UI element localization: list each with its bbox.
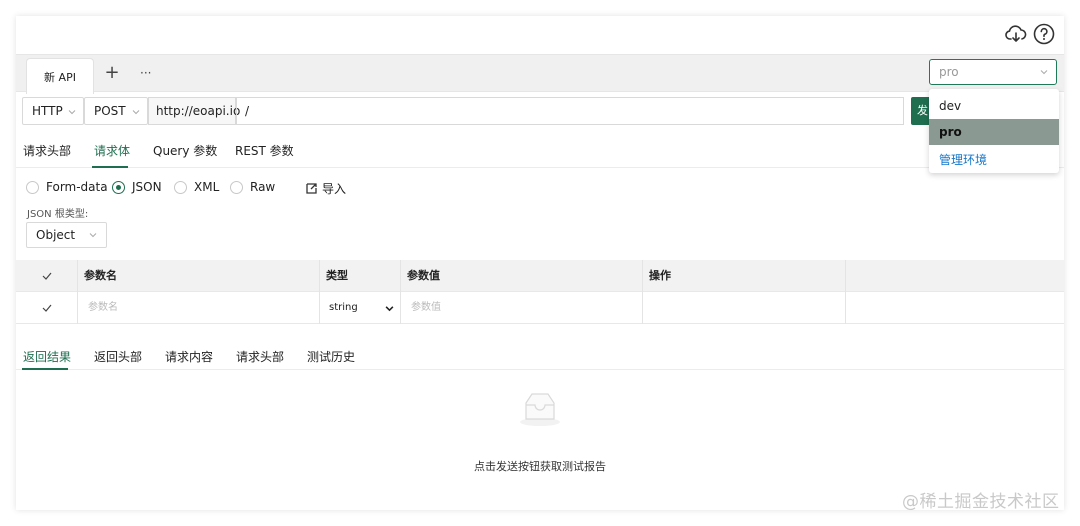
env-option-pro[interactable]: pro xyxy=(929,119,1059,145)
chevron-down-icon xyxy=(68,110,76,115)
check-icon xyxy=(42,272,52,280)
param-name-input[interactable]: 参数名 xyxy=(78,292,320,324)
watermark: @稀土掘金技术社区 xyxy=(902,492,1060,512)
active-tab-indicator xyxy=(92,166,128,168)
cloud-download-icon[interactable] xyxy=(1004,22,1028,46)
chevron-down-icon xyxy=(1040,70,1048,75)
radio-raw[interactable]: Raw xyxy=(230,180,275,194)
params-table: 参数名 类型 参数值 操作 参数名 string 参数值 xyxy=(16,260,1064,324)
help-icon[interactable] xyxy=(1032,22,1056,46)
send-button[interactable]: 发 xyxy=(911,97,931,125)
tab-rest-params[interactable]: REST 参数 xyxy=(235,142,294,159)
header-param-name: 参数名 xyxy=(78,260,320,292)
env-option-dev[interactable]: dev xyxy=(929,93,1059,119)
import-label: 导入 xyxy=(322,182,347,196)
json-root-type-select[interactable]: Object xyxy=(26,222,107,248)
import-button[interactable]: 导入 xyxy=(305,180,346,197)
radio-label: Raw xyxy=(250,180,276,194)
response-tabs: 返回结果 返回头部 请求内容 请求头部 测试历史 xyxy=(16,340,1064,370)
json-root-type-label: JSON 根类型: xyxy=(27,209,89,220)
environment-dropdown: dev pro 管理环境 xyxy=(929,89,1059,173)
tab-query-params[interactable]: Query 参数 xyxy=(153,142,217,159)
row-actions xyxy=(643,292,846,324)
top-toolbar xyxy=(16,16,1064,52)
header-actions: 操作 xyxy=(643,260,846,292)
radio-circle xyxy=(174,180,187,194)
manage-environments-link[interactable]: 管理环境 xyxy=(929,147,1059,173)
param-value-input[interactable]: 参数值 xyxy=(401,292,643,324)
empty-state-text: 点击发送按钮获取测试报告 xyxy=(474,460,606,473)
table-row: 参数名 string 参数值 xyxy=(16,292,1064,324)
empty-inbox-icon xyxy=(520,393,560,426)
select-all-cell[interactable] xyxy=(16,260,78,292)
param-type-value: string xyxy=(329,302,358,313)
radio-circle xyxy=(26,180,39,194)
protocol-select[interactable]: HTTP xyxy=(22,97,84,125)
header-type: 类型 xyxy=(320,260,401,292)
tab-response-result[interactable]: 返回结果 xyxy=(23,348,71,365)
tab-request-body[interactable]: 请求体 xyxy=(94,142,130,159)
radio-form-data[interactable]: Form-data xyxy=(26,180,108,194)
chevron-down-icon xyxy=(132,110,140,115)
import-icon xyxy=(306,183,317,194)
tab-request-headers-sent[interactable]: 请求头部 xyxy=(236,348,284,365)
tab-new-api[interactable]: 新 API xyxy=(26,58,94,94)
host-prefix: http://eoapi.io xyxy=(148,97,240,125)
check-icon xyxy=(42,304,52,312)
param-type-select[interactable]: string xyxy=(320,292,401,324)
root-type-value: Object xyxy=(36,228,76,242)
api-tab-bar: 新 API + ··· xyxy=(16,54,1064,94)
tab-label: 新 API xyxy=(44,70,76,84)
protocol-value: HTTP xyxy=(32,104,63,118)
params-table-header: 参数名 类型 参数值 操作 xyxy=(16,260,1064,292)
header-param-value: 参数值 xyxy=(401,260,643,292)
api-test-app: 新 API + ··· pro dev pro 管理环境 HTTP POST h… xyxy=(16,16,1064,510)
environment-select-value: pro xyxy=(939,65,959,79)
method-select[interactable]: POST xyxy=(84,97,148,125)
more-tabs-button[interactable]: ··· xyxy=(140,63,151,83)
radio-label: Form-data xyxy=(46,180,108,194)
tab-request-content[interactable]: 请求内容 xyxy=(165,348,213,365)
add-tab-button[interactable]: + xyxy=(104,63,120,83)
tab-request-headers[interactable]: 请求头部 xyxy=(23,142,71,159)
active-tab-indicator xyxy=(22,368,68,370)
radio-xml[interactable]: XML xyxy=(174,180,219,194)
url-path-input[interactable]: / xyxy=(236,97,904,125)
environment-select[interactable]: pro xyxy=(929,59,1057,85)
request-url-row: HTTP POST http://eoapi.io / 发 xyxy=(22,97,1064,125)
method-value: POST xyxy=(94,104,126,118)
radio-label: JSON xyxy=(132,180,162,194)
radio-label: XML xyxy=(194,180,220,194)
radio-circle xyxy=(112,180,125,194)
radio-circle xyxy=(230,180,243,194)
chevron-down-icon xyxy=(385,306,394,312)
radio-json[interactable]: JSON xyxy=(112,180,162,194)
tab-test-history[interactable]: 测试历史 xyxy=(307,348,355,365)
tab-response-headers[interactable]: 返回头部 xyxy=(94,348,142,365)
chevron-down-icon xyxy=(89,233,97,238)
request-tabs: 请求头部 请求体 Query 参数 REST 参数 xyxy=(16,134,1064,168)
row-checkbox[interactable] xyxy=(16,292,78,324)
